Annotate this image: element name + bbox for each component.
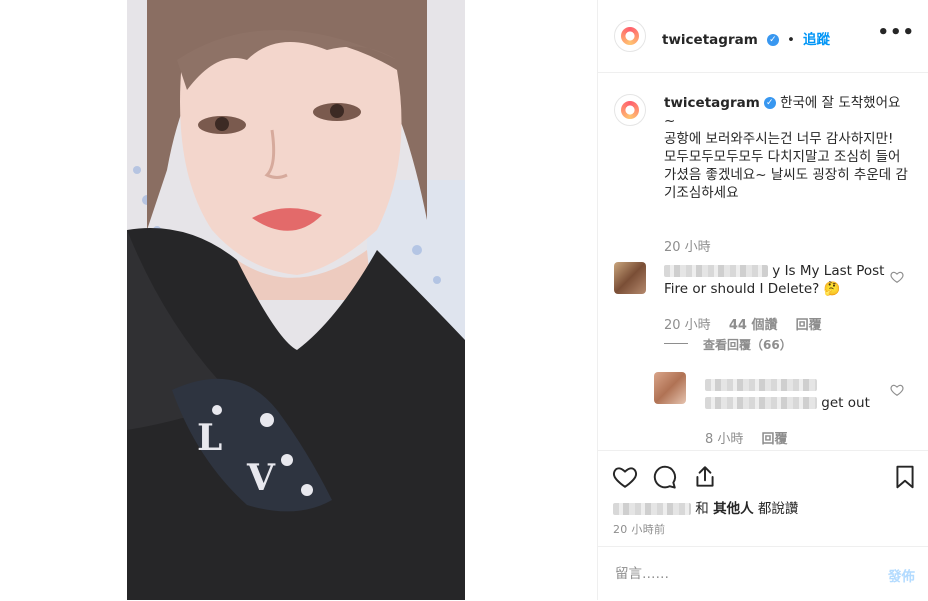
comment-2-text: get out: [821, 395, 870, 411]
comment-2-meta: 8 小時 回覆: [705, 428, 788, 447]
caption-avatar[interactable]: [614, 94, 646, 126]
blurred-username: [664, 265, 768, 277]
share-icon[interactable]: [692, 464, 718, 490]
post-header: twicetagram ✓ • 追蹤 •••: [598, 0, 928, 73]
caption: twicetagram ✓ 한국에 잘 도착했어요~ 공항에 보러와주시는건 너무…: [664, 94, 909, 202]
verified-badge-icon: ✓: [766, 33, 779, 46]
author-username[interactable]: twicetagram: [662, 32, 758, 48]
blurred-username: [705, 379, 817, 391]
post-side-panel: twicetagram ✓ • 追蹤 ••• twicetagram ✓ 한국에 …: [597, 0, 928, 600]
caption-time[interactable]: 20 小時: [664, 236, 711, 255]
comment-2: get out: [705, 376, 885, 412]
comment-icon[interactable]: [652, 464, 678, 490]
comment-1-likes[interactable]: 44 個讚: [729, 318, 778, 333]
dot-separator: •: [786, 32, 795, 48]
heart-icon[interactable]: [612, 464, 638, 490]
comment-1: y Is My Last Post Fire or should I Delet…: [664, 262, 889, 298]
replies-divider: [664, 343, 688, 344]
svg-text:V: V: [246, 457, 276, 499]
commenter-avatar[interactable]: [614, 262, 646, 294]
author-info: twicetagram ✓ • 追蹤: [662, 28, 830, 48]
comment-1-reply-button[interactable]: 回覆: [796, 318, 822, 333]
likes-and: 和: [695, 501, 709, 517]
posted-time[interactable]: 20 小時前: [613, 521, 665, 537]
post-comment-button[interactable]: 發佈: [888, 565, 915, 585]
photo-area: L V: [0, 0, 597, 600]
twice-logo-icon: [621, 27, 639, 45]
post-photo[interactable]: L V: [127, 0, 465, 600]
comment-like-icon[interactable]: [890, 270, 904, 284]
add-comment-bar: 發佈: [598, 546, 928, 601]
view-replies-button[interactable]: 查看回覆（66）: [703, 336, 792, 353]
likes-suffix: 都說讚: [757, 501, 799, 517]
caption-username[interactable]: twicetagram: [664, 95, 760, 111]
blurred-text: [705, 397, 817, 409]
comment-2-time[interactable]: 8 小時: [705, 432, 743, 447]
author-avatar[interactable]: [614, 20, 646, 52]
comment-input[interactable]: [613, 563, 867, 585]
comment-2-reply-button[interactable]: 回覆: [762, 432, 788, 447]
follow-button[interactable]: 追蹤: [803, 32, 830, 48]
comment-1-time[interactable]: 20 小時: [664, 318, 711, 333]
more-options-icon[interactable]: •••: [877, 22, 915, 43]
bookmark-icon[interactable]: [892, 464, 918, 490]
blurred-username: [613, 503, 691, 515]
commenter-avatar[interactable]: [654, 372, 686, 404]
likes-summary: 和 其他人 都說讚: [613, 497, 798, 517]
likes-others[interactable]: 其他人: [713, 501, 754, 517]
comment-like-icon[interactable]: [890, 383, 904, 397]
svg-text:L: L: [197, 417, 222, 459]
comment-1-meta: 20 小時 44 個讚 回覆: [664, 314, 822, 333]
twice-logo-icon: [621, 101, 639, 119]
verified-badge-icon: ✓: [763, 97, 776, 109]
selfie-illustration: L V: [127, 0, 465, 600]
